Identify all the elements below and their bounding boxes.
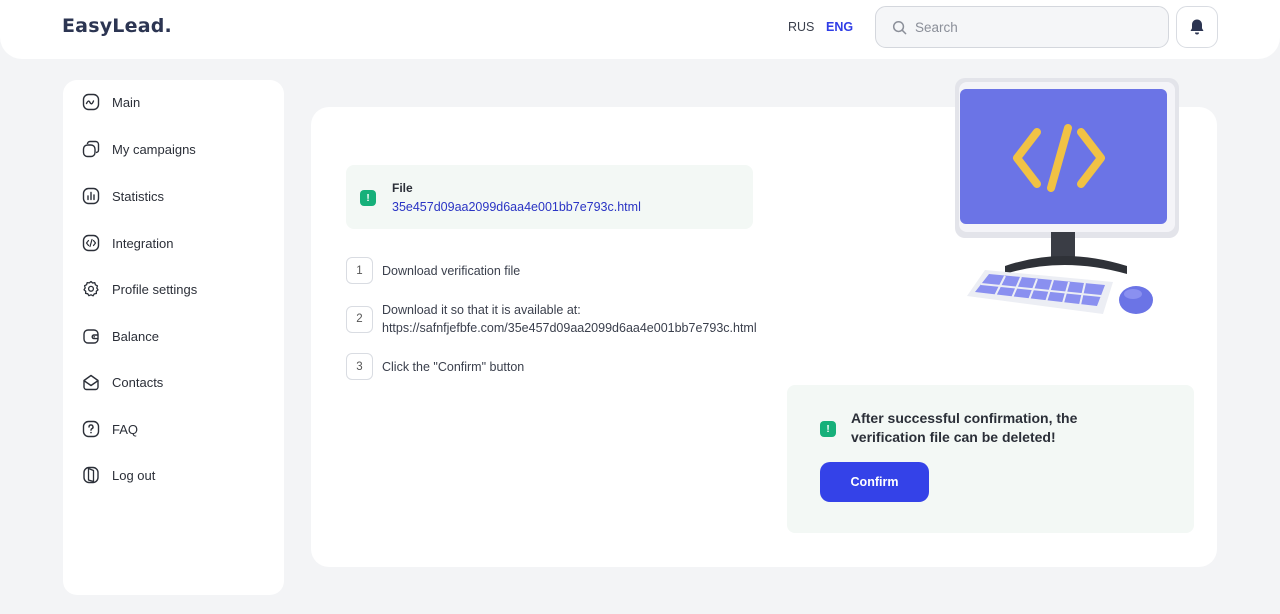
language-eng[interactable]: ENG	[826, 20, 853, 34]
file-title: File	[392, 181, 413, 195]
file-info-box: ! File 35e457d09aa2099d6aa4e001bb7e793c.…	[346, 165, 753, 229]
gear-icon	[81, 279, 101, 299]
code-icon	[81, 233, 101, 253]
step-3: 3 Click the "Confirm" button	[346, 353, 524, 380]
bell-icon	[1190, 19, 1204, 35]
sidebar-item-label: FAQ	[112, 421, 139, 437]
question-icon	[81, 419, 101, 439]
mail-icon	[81, 372, 101, 392]
sidebar: Main My campaigns Statistics Integration…	[63, 80, 284, 595]
step-number: 2	[346, 305, 373, 333]
confirm-box: ! After successful confirmation, the ver…	[787, 385, 1194, 533]
chart-line-icon	[81, 92, 101, 112]
step-text: Download it so that it is available at: …	[382, 301, 757, 337]
step-text-line: Click the "Confirm" button	[382, 359, 525, 374]
sidebar-item-my-campaigns[interactable]: My campaigns	[81, 137, 196, 161]
search-icon	[892, 20, 907, 34]
verification-file-link[interactable]: 35e457d09aa2099d6aa4e001bb7e793c.html	[392, 200, 641, 214]
wallet-icon	[81, 326, 101, 346]
step-text: Click the "Confirm" button	[382, 358, 524, 376]
sidebar-item-label: Integration	[112, 235, 174, 251]
computer-code-illustration	[955, 78, 1179, 314]
logo[interactable]: EasyLead.	[62, 15, 172, 37]
step-2: 2 Download it so that it is available at…	[346, 301, 757, 337]
sidebar-item-balance[interactable]: Balance	[81, 324, 159, 348]
sidebar-item-label: Log out	[112, 467, 156, 483]
bar-chart-icon	[81, 186, 101, 206]
confirm-message: After successful confirmation, the verif…	[851, 410, 1078, 445]
copy-icon	[81, 139, 101, 159]
step-1: 1 Download verification file	[346, 257, 520, 284]
sidebar-item-integration[interactable]: Integration	[81, 231, 173, 255]
language-rus[interactable]: RUS	[788, 20, 814, 34]
notifications-button[interactable]	[1176, 6, 1218, 48]
step-number: 1	[346, 257, 373, 284]
step-text: Download verification file	[382, 262, 520, 280]
sidebar-item-statistics[interactable]: Statistics	[81, 184, 164, 208]
sidebar-item-contacts[interactable]: Contacts	[81, 370, 163, 394]
sidebar-item-profile-settings[interactable]: Profile settings	[81, 277, 197, 301]
sidebar-item-label: Profile settings	[112, 281, 198, 297]
top-header: EasyLead. RUS ENG	[0, 0, 1280, 59]
step-text-line: Download verification file	[382, 263, 521, 278]
step-text-line: Download it so that it is available at:	[382, 303, 581, 317]
sidebar-item-log-out[interactable]: Log out	[81, 463, 155, 487]
sidebar-item-faq[interactable]: FAQ	[81, 417, 138, 441]
sidebar-item-label: Statistics	[112, 188, 165, 204]
confirm-button[interactable]: Confirm	[820, 462, 929, 502]
search-input[interactable]	[915, 19, 1155, 35]
sidebar-item-label: My campaigns	[112, 141, 196, 157]
alert-badge-icon: !	[820, 421, 836, 437]
sidebar-item-label: Balance	[112, 328, 159, 344]
step-number: 3	[346, 353, 373, 380]
step-url: https://safnfjefbfe.com/35e457d09aa2099d…	[382, 321, 757, 335]
sidebar-item-label: Contacts	[112, 374, 164, 390]
alert-badge-icon: !	[360, 190, 376, 206]
search-box[interactable]	[875, 6, 1169, 48]
sidebar-item-label: Main	[112, 94, 141, 110]
logout-icon	[81, 465, 101, 485]
sidebar-item-main[interactable]: Main	[81, 90, 140, 114]
